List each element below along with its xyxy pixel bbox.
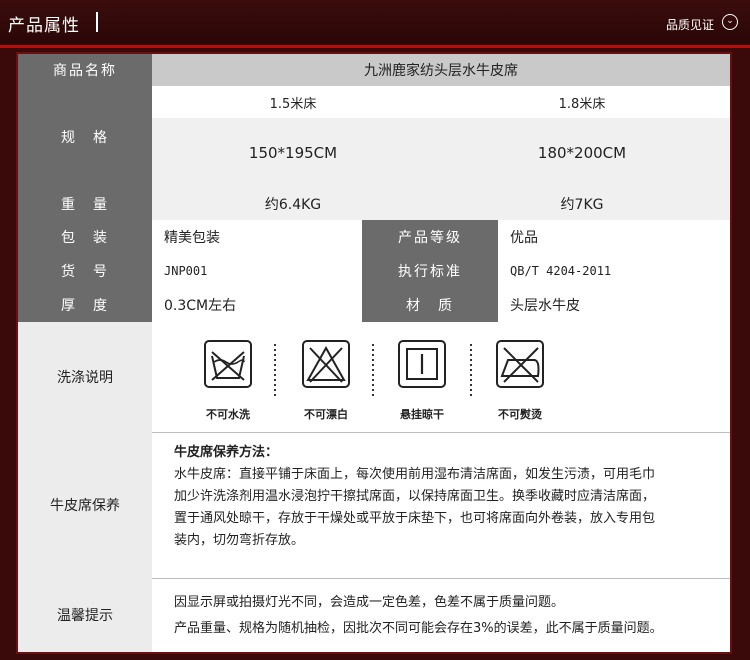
tips-text: 因显示屏或拍摄灯光不同，会造成一定色差，色差不属于质量问题。 产品重量、规格为随… <box>174 590 734 642</box>
package-value: 精美包装 <box>152 220 362 254</box>
spec-col-1: 1.5米床 <box>269 96 317 112</box>
grade-value: 优品 <box>498 220 730 254</box>
weight-label: 重 量 <box>18 188 152 220</box>
spec-label: 规 格 <box>18 86 152 188</box>
care-heading: 牛皮席保养方法： <box>174 445 279 460</box>
quality-guarantee-link[interactable]: 品质见证 <box>666 16 714 33</box>
spec-col-2: 1.8米床 <box>558 96 606 112</box>
grade-label: 产品等级 <box>362 220 498 254</box>
wash-label-3: 不可熨烫 <box>498 408 542 421</box>
care-instructions: 牛皮席保养方法： 水牛皮席：直接平铺于床面上，每次使用前用湿布清洁席面，如发生污… <box>174 442 734 552</box>
hang-dry-icon <box>398 340 446 388</box>
care-label: 牛皮席保养 <box>18 432 152 578</box>
tip-line: 因显示屏或拍摄灯光不同，会造成一定色差，色差不属于质量问题。 <box>174 595 565 610</box>
washing-label: 洗涤说明 <box>18 322 152 432</box>
care-line: 置于通风处晾干，存放于干燥处或平放于床垫下，也可将席面向外卷装，放入专用包 <box>174 511 656 526</box>
attribute-table: 商品名称 九洲鹿家纺头层水牛皮席 规 格 1.5米床 1.8米床 150*195… <box>16 52 732 654</box>
care-line: 加少许洗涤剂用温水浸泡拧干擦拭席面，以保持席面卫生。换季收藏时应清洁席面， <box>174 489 656 504</box>
no-iron-icon <box>496 340 544 388</box>
item-number-label: 货 号 <box>18 254 152 288</box>
tip-line: 产品重量、规格为随机抽检，因批次不同可能会存在3%的误差，此不属于质量问题。 <box>174 621 663 636</box>
icon-divider <box>372 344 374 396</box>
no-wash-icon <box>204 340 252 388</box>
care-line: 装内，切勿弯折存放。 <box>174 533 305 548</box>
thickness-label: 厚 度 <box>18 288 152 322</box>
tips-label: 温馨提示 <box>18 578 152 652</box>
wash-label-0: 不可水洗 <box>206 408 250 421</box>
care-line: 水牛皮席：直接平铺于床面上，每次使用前用湿布清洁席面，如发生污渍，可用毛巾 <box>174 467 656 482</box>
icon-divider <box>470 344 472 396</box>
section-title: 产品属性 <box>8 16 80 36</box>
product-name-value: 九洲鹿家纺头层水牛皮席 <box>152 54 730 86</box>
wash-label-2: 悬挂晾干 <box>400 408 444 421</box>
item-number-value: JNP001 <box>152 254 362 288</box>
wash-label-1: 不可漂白 <box>304 408 348 421</box>
weight-value-2: 约7KG <box>434 188 730 220</box>
title-divider <box>96 12 98 32</box>
thickness-value: 0.3CM左右 <box>152 288 362 322</box>
section-header: 产品属性 品质见证 ⌄ <box>0 0 750 48</box>
size-value-2: 180*200CM <box>434 118 730 188</box>
standard-label: 执行标准 <box>362 254 498 288</box>
product-name-label: 商品名称 <box>18 54 152 86</box>
material-value: 头层水牛皮 <box>498 288 730 322</box>
no-bleach-icon <box>302 340 350 388</box>
size-value-1: 150*195CM <box>152 118 434 188</box>
package-label: 包 装 <box>18 220 152 254</box>
icon-divider <box>274 344 276 396</box>
chevron-down-icon[interactable]: ⌄ <box>722 14 738 30</box>
material-label: 材 质 <box>362 288 498 322</box>
weight-value-1: 约6.4KG <box>152 188 434 220</box>
standard-value: QB/T 4204-2011 <box>498 254 730 288</box>
